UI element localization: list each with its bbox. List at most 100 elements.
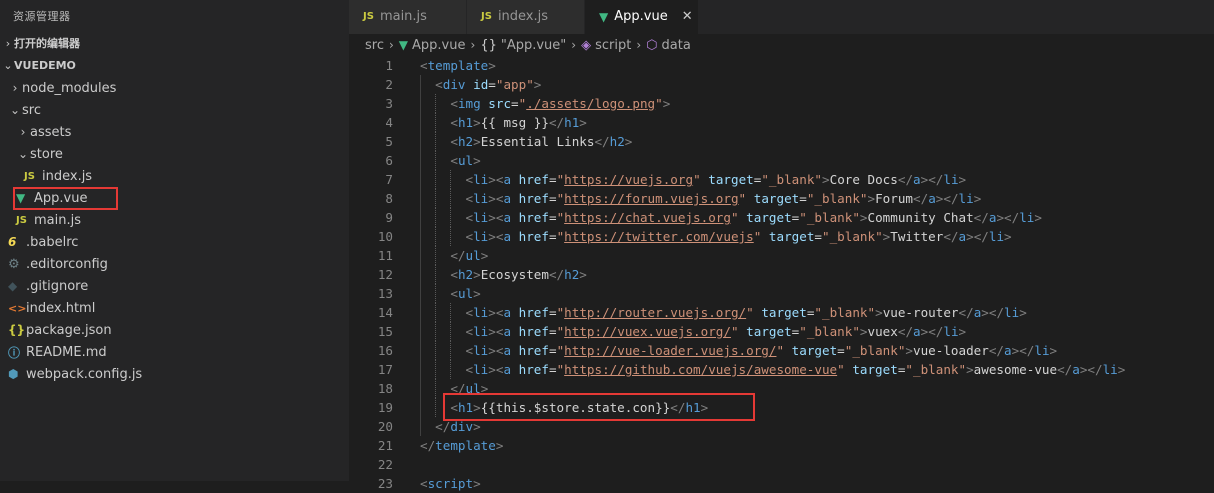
- html-file-icon: <>: [8, 301, 27, 315]
- js-file-icon: JS: [24, 170, 35, 182]
- tree-item[interactable]: ⬢ webpack.config.js: [0, 363, 349, 385]
- breadcrumb-item-src[interactable]: src: [365, 38, 384, 53]
- code-text: </ul>: [450, 248, 489, 263]
- info-icon: ⓘ: [8, 345, 21, 360]
- breadcrumb-item-file[interactable]: App.vue: [412, 38, 465, 53]
- tree-item[interactable]: ◆ .gitignore: [0, 275, 349, 297]
- highlight-box-line-19: [443, 393, 755, 421]
- chevron-right-icon: ›: [470, 38, 476, 52]
- highlight-box-app-vue: [13, 187, 118, 210]
- explorer-sidebar: 资源管理器 › 打开的编辑器 ⌄ VUEDEMO › node_modules ⌄ s…: [0, 0, 349, 481]
- chevron-down-icon: ⌄: [17, 147, 29, 161]
- tree-item-label: README.md: [26, 344, 107, 360]
- code-text: <script>: [420, 476, 481, 491]
- code-line: 8 <li><a href="https://forum.vuejs.org" …: [349, 189, 1214, 208]
- symbol-method-icon: ⬡: [646, 37, 658, 53]
- open-editors-label: 打开的编辑器: [14, 37, 80, 50]
- tree-item[interactable]: JS main.js: [0, 209, 349, 231]
- tree-item[interactable]: ⌄ store: [0, 143, 349, 165]
- symbol-module-icon: ◈: [581, 37, 592, 53]
- chevron-down-icon: ⌄: [3, 59, 13, 72]
- line-number: 22: [377, 457, 393, 472]
- code-line: 5 <h2>Essential Links</h2>: [349, 132, 1214, 151]
- explorer-title: 资源管理器: [13, 10, 71, 23]
- line-number: 19: [377, 400, 393, 415]
- breadcrumb-item-script[interactable]: script: [595, 38, 631, 53]
- line-number: 14: [377, 305, 393, 320]
- tree-item-label: index.html: [26, 300, 96, 316]
- code-line: 10 <li><a href="https://twitter.com/vuej…: [349, 227, 1214, 246]
- code-line: 17 <li><a href="https://github.com/vuejs…: [349, 360, 1214, 379]
- project-section[interactable]: ⌄ VUEDEMO: [0, 55, 349, 77]
- code-text: <li><a href="https://forum.vuejs.org" ta…: [465, 191, 982, 206]
- tree-item[interactable]: JS index.js: [0, 165, 349, 187]
- json-file-icon: {}: [8, 323, 26, 337]
- code-line: 6 <ul>: [349, 151, 1214, 170]
- code-line: 21 </template>: [349, 436, 1214, 455]
- code-text: <template>: [420, 58, 496, 73]
- code-text: <li><a href="https://vuejs.org" target="…: [465, 172, 967, 187]
- code-line: 22: [349, 455, 1214, 474]
- tree-item-label: .gitignore: [26, 278, 89, 294]
- chevron-down-icon: ⌄: [9, 103, 21, 117]
- tree-item-label: webpack.config.js: [26, 366, 143, 382]
- code-line: 15 <li><a href="http://vuex.vuejs.org/" …: [349, 322, 1214, 341]
- code-line: 4 <h1>{{ msg }}</h1>: [349, 113, 1214, 132]
- tree-item-label: index.js: [42, 168, 93, 184]
- gear-icon: ⚙: [8, 256, 20, 272]
- tree-item[interactable]: ⚙ .editorconfig: [0, 253, 349, 275]
- code-text: <ul>: [450, 286, 481, 301]
- tree-item[interactable]: › node_modules: [0, 77, 349, 99]
- open-editors-section[interactable]: › 打开的编辑器: [0, 33, 349, 55]
- close-icon[interactable]: ✕: [682, 0, 693, 34]
- tree-item[interactable]: <> index.html: [0, 297, 349, 319]
- code-line: 12 <h2>Ecosystem</h2>: [349, 265, 1214, 284]
- chevron-right-icon: ›: [571, 38, 577, 52]
- tab-index-js[interactable]: JS index.js: [467, 0, 585, 34]
- project-label: VUEDEMO: [14, 59, 76, 72]
- code-text: <li><a href="http://vuex.vuejs.org/" tar…: [465, 324, 967, 339]
- line-number: 2: [385, 77, 393, 92]
- vue-file-icon: ▼: [599, 10, 609, 24]
- code-text: <li><a href="http://router.vuejs.org/" t…: [465, 305, 1027, 320]
- line-number: 6: [385, 153, 393, 168]
- code-text: </template>: [420, 438, 504, 453]
- tree-item[interactable]: › assets: [0, 121, 349, 143]
- git-file-icon: ◆: [8, 279, 18, 293]
- chevron-right-icon: ›: [5, 37, 11, 50]
- tree-item-label: .editorconfig: [26, 256, 108, 272]
- tree-item-label: src: [22, 102, 41, 118]
- webpack-file-icon: ⬢: [8, 367, 19, 381]
- line-number: 1: [385, 58, 393, 73]
- code-line: 3 <img src="./assets/logo.png">: [349, 94, 1214, 113]
- code-line: 9 <li><a href="https://chat.vuejs.org" t…: [349, 208, 1214, 227]
- tab-main-js[interactable]: JS main.js: [349, 0, 467, 34]
- chevron-right-icon: ›: [20, 125, 26, 139]
- vue-file-icon: ▼: [398, 38, 409, 52]
- code-text: <h1>{{ msg }}</h1>: [450, 115, 587, 130]
- code-line: 7 <li><a href="https://vuejs.org" target…: [349, 170, 1214, 189]
- tree-item[interactable]: ⌄ src: [0, 99, 349, 121]
- code-text: <li><a href="https://twitter.com/vuejs" …: [465, 229, 1012, 244]
- line-number: 15: [377, 324, 393, 339]
- breadcrumb-item-data[interactable]: data: [662, 38, 691, 53]
- line-number: 18: [377, 381, 393, 396]
- tree-item[interactable]: ⓘ README.md: [0, 341, 349, 363]
- code-line: 23 <script>: [349, 474, 1214, 493]
- babel-file-icon: 6: [8, 235, 17, 249]
- code-line: 1 <template>: [349, 56, 1214, 75]
- line-number: 20: [377, 419, 393, 434]
- js-file-icon: JS: [481, 11, 492, 22]
- tree-item-label: main.js: [34, 212, 81, 228]
- tab-app-vue[interactable]: ▼ App.vue ✕: [585, 0, 699, 34]
- line-number: 13: [377, 286, 393, 301]
- tree-item[interactable]: {} package.json: [0, 319, 349, 341]
- tree-item-label: store: [30, 146, 63, 162]
- line-number: 3: [385, 96, 393, 111]
- code-line: 2 <div id="app">: [349, 75, 1214, 94]
- breadcrumb-item-module[interactable]: "App.vue": [501, 38, 566, 53]
- tab-label: main.js: [379, 9, 427, 24]
- line-number: 11: [377, 248, 393, 263]
- tree-item[interactable]: 6 .babelrc: [0, 231, 349, 253]
- code-line: 13 <ul>: [349, 284, 1214, 303]
